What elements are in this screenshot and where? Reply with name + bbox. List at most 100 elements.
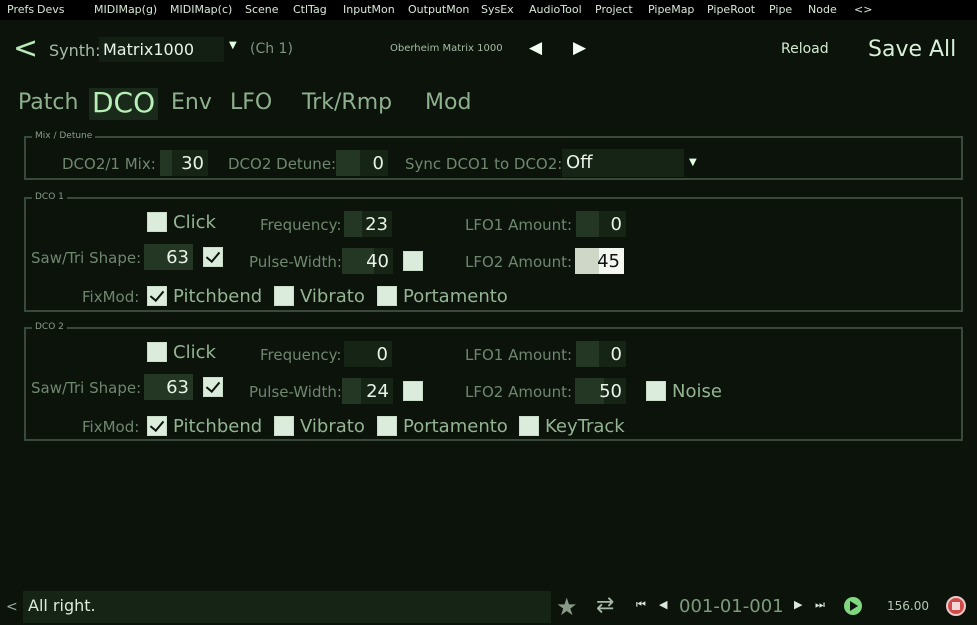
save-all-button[interactable]: Save All: [868, 37, 956, 62]
device-title: Oberheim Matrix 1000: [390, 43, 503, 54]
tab-env[interactable]: Env: [171, 88, 212, 120]
channel-label: (Ch 1): [250, 41, 293, 57]
dco2-vibrato-label: Vibrato: [300, 416, 365, 437]
dco1-click-checkbox[interactable]: [147, 212, 167, 232]
menu-item-scene[interactable]: Scene: [245, 3, 279, 16]
menu-item-project[interactable]: Project: [595, 3, 633, 16]
dco2-pw-checkbox[interactable]: [403, 381, 423, 401]
menu-item-pipe[interactable]: Pipe: [769, 3, 792, 16]
menu-item-sysex[interactable]: SysEx: [481, 3, 514, 16]
dco1-vibrato-checkbox[interactable]: [274, 286, 294, 306]
dco1-frequency-value: 23: [365, 214, 388, 235]
dco1-lfo2-field[interactable]: 45: [575, 248, 624, 274]
dco2-shape-checkbox[interactable]: [203, 377, 223, 397]
dco2-fixmod-label: FixMod:: [82, 418, 140, 436]
tempo-display: 156.00: [887, 599, 929, 613]
menu-item-ctltag[interactable]: CtlTag: [293, 3, 327, 16]
reload-button[interactable]: Reload: [781, 41, 829, 57]
menu-item-more[interactable]: <>: [854, 3, 872, 16]
status-left-arrow-icon[interactable]: <: [6, 599, 18, 615]
chevron-down-icon[interactable]: ▼: [689, 157, 697, 168]
step-forward-icon[interactable]: ▶: [794, 598, 802, 611]
dco1-lfo1-value: 0: [610, 214, 622, 235]
next-patch-icon[interactable]: ▶: [573, 38, 586, 58]
dco1-lfo1-field[interactable]: 0: [576, 211, 626, 237]
dco2-keytrack-label: KeyTrack: [545, 416, 625, 437]
rewind-icon[interactable]: ⏮: [636, 598, 646, 612]
transport-position: 001-01-001: [679, 596, 784, 617]
dco2-lfo1-value: 0: [610, 344, 622, 365]
menu-item-midimap-c[interactable]: MIDIMap(c): [170, 3, 232, 16]
dco1-frequency-label: Frequency:: [260, 216, 342, 234]
menu-item-midimap-g[interactable]: MIDIMap(g): [94, 3, 157, 16]
dco1-click-label: Click: [173, 212, 216, 233]
dco1-portamento-label: Portamento: [403, 286, 508, 307]
dco2-pw-label: Pulse-Width:: [249, 383, 342, 401]
dco2-pitchbend-label: Pitchbend: [173, 416, 263, 437]
synth-label: Synth:: [49, 41, 101, 60]
dco2-lfo2-value: 50: [599, 381, 622, 402]
dco2-pw-field[interactable]: 24: [342, 378, 393, 404]
menu-item-prefs[interactable]: Prefs: [7, 3, 34, 16]
dco2-vibrato-checkbox[interactable]: [274, 416, 294, 436]
menu-item-inputmon[interactable]: InputMon: [343, 3, 395, 16]
dco1-frequency-field[interactable]: 23: [344, 211, 392, 237]
mix-value-field[interactable]: 30: [160, 150, 208, 176]
tab-trk-rmp[interactable]: Trk/Rmp: [302, 88, 392, 120]
step-back-icon[interactable]: ◀: [659, 598, 667, 611]
dco2-noise-checkbox[interactable]: [646, 381, 666, 401]
dco2-keytrack-checkbox[interactable]: [519, 416, 539, 436]
dco1-vibrato-label: Vibrato: [300, 286, 365, 307]
prev-patch-icon[interactable]: ◀: [529, 38, 542, 58]
tab-mod[interactable]: Mod: [425, 88, 471, 120]
dco1-lfo1-label: LFO1 Amount:: [465, 216, 573, 234]
star-icon[interactable]: ★: [556, 593, 578, 621]
tab-patch[interactable]: Patch: [18, 88, 78, 120]
dco2-pw-value: 24: [366, 381, 389, 402]
stop-record-icon[interactable]: [946, 596, 966, 616]
menu-bar: Prefs Devs MIDIMap(g) MIDIMap(c) Scene CtlTag…: [0, 0, 977, 20]
synth-select[interactable]: Matrix1000: [99, 37, 224, 62]
tab-dco[interactable]: DCO: [89, 88, 159, 120]
dco2-lfo2-label: LFO2 Amount:: [465, 383, 573, 401]
dco2-portamento-checkbox[interactable]: [377, 416, 397, 436]
loop-icon[interactable]: ⇄: [596, 593, 614, 618]
dco1-lfo2-label: LFO2 Amount:: [465, 253, 573, 271]
detune-value-field[interactable]: 0: [336, 150, 388, 176]
dco1-pw-checkbox[interactable]: [403, 251, 423, 271]
dco2-lfo1-field[interactable]: 0: [576, 341, 626, 367]
dco2-portamento-label: Portamento: [403, 416, 508, 437]
mix-label: DCO2/1 Mix:: [62, 155, 156, 173]
menu-item-piperoot[interactable]: PipeRoot: [707, 3, 755, 16]
dco1-lfo2-value: 45: [597, 251, 620, 272]
dco2-frequency-label: Frequency:: [260, 346, 342, 364]
dco2-lfo2-field[interactable]: 50: [575, 378, 626, 404]
menu-item-node[interactable]: Node: [808, 3, 837, 16]
dco2-lfo1-label: LFO1 Amount:: [465, 346, 573, 364]
dco1-shape-value: 63: [166, 247, 189, 268]
dco1-shape-checkbox[interactable]: [203, 247, 223, 267]
dco1-pitchbend-checkbox[interactable]: [147, 286, 167, 306]
sync-select[interactable]: Off: [562, 149, 684, 177]
menu-item-outputmon[interactable]: OutputMon: [408, 3, 469, 16]
status-message: All right.: [23, 591, 551, 623]
dco1-pw-field[interactable]: 40: [342, 248, 393, 274]
dco1-portamento-checkbox[interactable]: [377, 286, 397, 306]
tab-lfo[interactable]: LFO: [230, 88, 272, 120]
dco2-pitchbend-checkbox[interactable]: [147, 416, 167, 436]
menu-item-devs[interactable]: Devs: [37, 3, 64, 16]
play-icon[interactable]: [844, 597, 862, 615]
mix-value: 30: [181, 153, 204, 174]
menu-item-audiotool[interactable]: AudioTool: [529, 3, 582, 16]
detune-label: DCO2 Detune:: [228, 155, 337, 173]
dco2-shape-label: Saw/Tri Shape:: [31, 379, 142, 397]
dco2-shape-field[interactable]: 63: [144, 374, 193, 400]
back-button[interactable]: <: [13, 34, 38, 64]
dco2-frequency-field[interactable]: 0: [344, 341, 392, 367]
menu-item-pipemap[interactable]: PipeMap: [648, 3, 694, 16]
dco2-click-checkbox[interactable]: [147, 342, 167, 362]
dco1-fixmod-label: FixMod:: [82, 288, 140, 306]
chevron-down-icon[interactable]: ▼: [229, 40, 237, 51]
fast-forward-icon[interactable]: ⏭: [815, 598, 825, 612]
dco1-shape-field[interactable]: 63: [144, 244, 193, 270]
